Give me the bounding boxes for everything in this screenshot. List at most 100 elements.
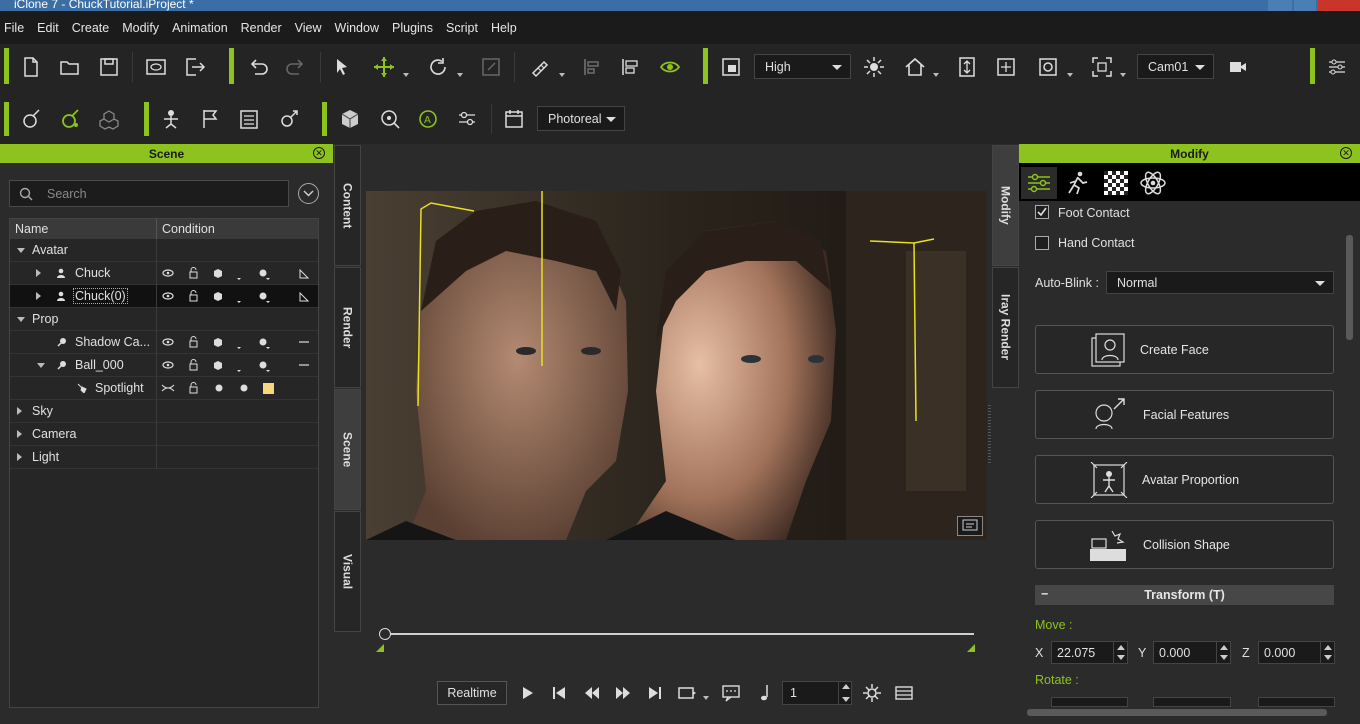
rotate-icon[interactable] <box>425 54 451 80</box>
tree-row-sky[interactable]: Sky <box>10 400 318 423</box>
loop-icon[interactable] <box>674 680 700 706</box>
tree-row-prop[interactable]: Prop <box>10 308 318 331</box>
menu-script[interactable]: Script <box>444 21 480 35</box>
move-x-input[interactable]: 22.075 <box>1051 641 1128 664</box>
frame-spinner[interactable] <box>838 681 852 705</box>
next-frame-icon[interactable] <box>610 680 636 706</box>
render-mode-dropdown[interactable]: Photoreal <box>537 106 625 131</box>
puppet-icon[interactable] <box>158 106 184 132</box>
condition-icons[interactable] <box>160 290 310 303</box>
motion-path-icon[interactable] <box>57 106 83 132</box>
tab-scene[interactable]: Scene <box>334 389 361 510</box>
music-note-icon[interactable] <box>751 680 777 706</box>
checklist-icon[interactable] <box>236 106 262 132</box>
scale-icon[interactable] <box>478 54 504 80</box>
menu-render[interactable]: Render <box>239 21 284 35</box>
animate-icon[interactable]: A <box>415 106 441 132</box>
collapse-icon[interactable] <box>17 317 25 322</box>
condition-icons[interactable] <box>160 267 310 280</box>
loop-options-caret[interactable] <box>703 696 709 700</box>
menu-view[interactable]: View <box>293 21 324 35</box>
tree-row-light[interactable]: Light <box>10 446 318 469</box>
save-icon[interactable] <box>96 54 122 80</box>
auto-blink-dropdown[interactable]: Normal <box>1106 271 1334 294</box>
expand-icon[interactable] <box>36 269 41 277</box>
realtime-button[interactable]: Realtime <box>437 681 507 705</box>
menu-animation[interactable]: Animation <box>170 21 230 35</box>
fit-vertical-icon[interactable] <box>954 54 980 80</box>
3d-viewport[interactable] <box>366 191 987 540</box>
tree-row-shadow-catcher[interactable]: Shadow Ca... <box>10 331 318 354</box>
collapse-icon[interactable] <box>37 363 45 368</box>
rotate-options-caret[interactable] <box>457 73 463 77</box>
subtitle-icon[interactable] <box>957 516 983 536</box>
adjust-icon[interactable] <box>454 106 480 132</box>
pivot-icon[interactable] <box>1035 54 1061 80</box>
tab-content[interactable]: Content <box>334 145 361 266</box>
range-end-marker[interactable] <box>967 644 975 652</box>
menu-plugins[interactable]: Plugins <box>390 21 435 35</box>
camera-video-icon[interactable] <box>1225 54 1251 80</box>
create-face-button[interactable]: Create Face <box>1035 325 1334 374</box>
tab-iray-render[interactable]: Iray Render <box>992 267 1019 388</box>
tree-row-spotlight[interactable]: Spotlight <box>10 377 318 400</box>
tree-row-chuck-0[interactable]: Chuck(0) <box>10 285 318 308</box>
align-icon[interactable] <box>579 54 605 80</box>
menu-file[interactable]: File <box>2 21 26 35</box>
tab-render[interactable]: Render <box>334 267 361 388</box>
hand-contact-checkbox[interactable] <box>1035 236 1049 250</box>
flag-icon[interactable] <box>197 106 223 132</box>
col-name-header[interactable]: Name <box>15 222 48 236</box>
light-sun-icon[interactable] <box>861 54 887 80</box>
menu-create[interactable]: Create <box>70 21 112 35</box>
tree-row-camera[interactable]: Camera <box>10 423 318 446</box>
facial-features-button[interactable]: Facial Features <box>1035 390 1334 439</box>
rotate-x-input[interactable] <box>1051 697 1128 707</box>
modify-vertical-scrollbar[interactable] <box>1346 235 1353 340</box>
move-icon[interactable] <box>371 54 397 80</box>
move-x-spinner[interactable] <box>1113 642 1127 663</box>
filter-dropdown-button[interactable] <box>298 183 319 204</box>
move-z-spinner[interactable] <box>1320 642 1334 663</box>
open-folder-icon[interactable] <box>57 54 83 80</box>
lookat-icon[interactable] <box>377 106 403 132</box>
settings-sliders-icon[interactable] <box>1324 54 1350 80</box>
distribute-icon[interactable] <box>617 54 643 80</box>
menu-edit[interactable]: Edit <box>35 21 61 35</box>
boxes-icon[interactable] <box>96 106 122 132</box>
go-to-start-icon[interactable] <box>546 680 572 706</box>
timeline-slider[interactable] <box>384 633 974 635</box>
timeline-playhead[interactable] <box>379 628 391 640</box>
tab-modify[interactable]: Modify <box>992 145 1019 266</box>
new-file-icon[interactable] <box>18 54 44 80</box>
viewport-layout-icon[interactable] <box>718 54 744 80</box>
move-y-spinner[interactable] <box>1216 642 1230 663</box>
tab-modify-attributes[interactable] <box>1021 167 1057 199</box>
export-icon[interactable] <box>182 54 208 80</box>
condition-icons[interactable] <box>160 359 310 372</box>
calendar-icon[interactable] <box>501 106 527 132</box>
create-node-icon[interactable] <box>18 106 44 132</box>
avatar-proportion-button[interactable]: Avatar Proportion <box>1035 455 1334 504</box>
move-options-caret[interactable] <box>403 73 409 77</box>
visibility-eye-icon[interactable] <box>657 54 683 80</box>
modify-panel-close-icon[interactable]: ✕ <box>1340 147 1352 159</box>
snap-icon[interactable] <box>527 54 553 80</box>
tree-row-chuck[interactable]: Chuck <box>10 262 318 285</box>
transform-section-header[interactable]: − Transform (T) <box>1035 585 1334 605</box>
select-arrow-icon[interactable] <box>330 54 356 80</box>
tab-visual[interactable]: Visual <box>334 511 361 632</box>
tree-row-avatar[interactable]: Avatar <box>10 239 318 262</box>
expand-icon[interactable] <box>17 453 22 461</box>
tab-material[interactable] <box>1098 167 1134 199</box>
move-y-input[interactable]: 0.000 <box>1153 641 1231 664</box>
rotate-z-input[interactable] <box>1258 697 1335 707</box>
pivot-options-caret[interactable] <box>1067 73 1073 77</box>
expand-icon[interactable] <box>17 430 22 438</box>
scene-search-input[interactable]: Search <box>9 180 289 207</box>
rotate-y-input[interactable] <box>1153 697 1231 707</box>
settings-gear-icon[interactable] <box>859 680 885 706</box>
modify-horizontal-scrollbar[interactable] <box>1027 709 1327 716</box>
collapse-icon[interactable] <box>17 248 25 253</box>
col-condition-header[interactable]: Condition <box>162 222 215 236</box>
